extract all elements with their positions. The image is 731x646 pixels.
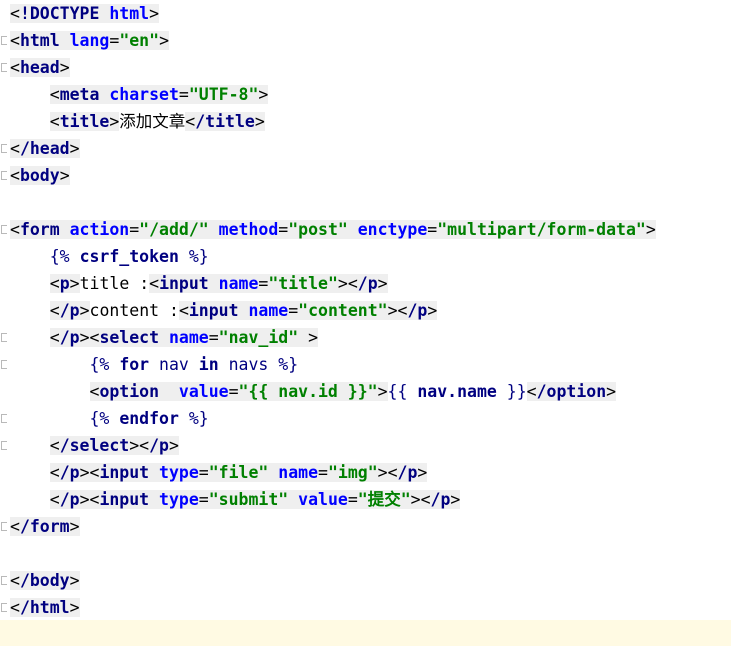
- fold-marker-icon[interactable]: [1, 441, 7, 450]
- fold-marker-icon[interactable]: [1, 333, 7, 342]
- fold-marker-icon[interactable]: [1, 576, 7, 585]
- code-line[interactable]: <html lang="en">: [10, 27, 169, 54]
- fold-marker-icon[interactable]: [1, 522, 7, 531]
- code-line[interactable]: </select></p>: [10, 432, 179, 459]
- code-line[interactable]: <meta charset="UTF-8">: [10, 81, 269, 108]
- code-line[interactable]: <form action="/add/" method="post" encty…: [10, 216, 656, 243]
- code-line[interactable]: <!DOCTYPE html>: [10, 0, 160, 27]
- fold-marker-icon[interactable]: [1, 36, 7, 45]
- code-line[interactable]: <option value="{{ nav.id }}">{{ nav.name…: [10, 378, 617, 405]
- fold-marker-icon[interactable]: [1, 171, 7, 180]
- fold-marker-icon[interactable]: [1, 414, 7, 423]
- code-line[interactable]: </body>: [10, 567, 80, 594]
- code-line[interactable]: </p>content :<input name="content"></p>: [10, 297, 438, 324]
- code-line[interactable]: </form>: [10, 513, 80, 540]
- code-line[interactable]: </p><input type="submit" value="提交"></p>: [10, 486, 461, 513]
- code-line[interactable]: <title>添加文章</title>: [10, 108, 265, 135]
- fold-marker-icon[interactable]: [1, 144, 7, 153]
- current-line-highlight: [0, 620, 731, 646]
- code-line[interactable]: </html>: [10, 594, 80, 621]
- code-line[interactable]: <p>title :<input name="title"></p>: [10, 270, 388, 297]
- code-line[interactable]: </p><input type="file" name="img"></p>: [10, 459, 428, 486]
- code-line[interactable]: <head>: [10, 54, 70, 81]
- fold-marker-icon[interactable]: [1, 603, 7, 612]
- fold-gutter: [0, 0, 8, 646]
- fold-marker-icon[interactable]: [1, 360, 7, 369]
- code-line[interactable]: {% csrf_token %}: [10, 243, 209, 270]
- code-line[interactable]: {% endfor %}: [10, 405, 209, 432]
- code-line[interactable]: </head>: [10, 135, 80, 162]
- fold-marker-icon[interactable]: [1, 63, 7, 72]
- fold-marker-icon[interactable]: [1, 225, 7, 234]
- code-line[interactable]: {% for nav in navs %}: [10, 351, 299, 378]
- code-line[interactable]: <body>: [10, 162, 70, 189]
- code-line[interactable]: </p><select name="nav_id" >: [10, 324, 319, 351]
- code-editor[interactable]: <!DOCTYPE html> <html lang="en"> <head> …: [0, 0, 731, 646]
